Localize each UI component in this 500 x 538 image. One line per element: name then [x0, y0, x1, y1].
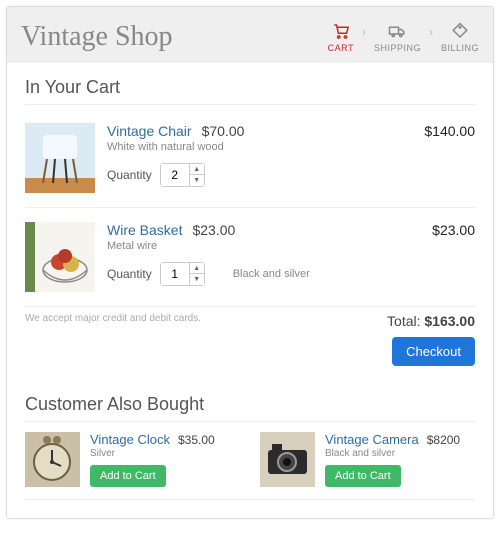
item-description: White with natural wood	[107, 141, 405, 153]
product-thumbnail	[25, 123, 95, 193]
also-item-price: $35.00	[178, 433, 215, 447]
content: In Your Cart Vintage Chair $70.00 White …	[7, 63, 493, 518]
cart-title: In Your Cart	[25, 77, 475, 105]
step-cart[interactable]: CART	[328, 22, 354, 53]
also-item-title-link[interactable]: Vintage Clock	[90, 432, 170, 447]
total-label: Total:	[387, 313, 420, 329]
quantity-input[interactable]	[161, 164, 189, 186]
product-thumbnail	[260, 432, 315, 487]
item-description: Metal wire	[107, 240, 405, 252]
header: Vintage Shop CART › SHIPPING › BILLING	[7, 7, 493, 63]
item-title-link[interactable]: Vintage Chair	[107, 123, 192, 139]
product-thumbnail	[25, 432, 80, 487]
also-item-description: Black and silver	[325, 448, 460, 459]
cart-item: Wire Basket $23.00 Metal wire Quantity ▲…	[25, 214, 475, 307]
total-value: $163.00	[424, 313, 475, 329]
shop-logo: Vintage Shop	[21, 21, 173, 53]
item-unit-price: $70.00	[202, 123, 245, 139]
item-unit-price: $23.00	[192, 222, 235, 238]
also-item: Vintage Camera $8200 Black and silver Ad…	[260, 432, 475, 487]
cart-item: Vintage Chair $70.00 White with natural …	[25, 115, 475, 208]
also-item-description: Silver	[90, 448, 215, 459]
chevron-right-icon: ›	[362, 25, 366, 39]
also-item: Vintage Clock $35.00 Silver Add to Cart	[25, 432, 240, 487]
checkout-window: Vintage Shop CART › SHIPPING › BILLING I…	[6, 6, 494, 519]
step-label: CART	[328, 43, 354, 53]
quantity-label: Quantity	[107, 168, 152, 182]
payment-accept-note: We accept major credit and debit cards.	[25, 313, 201, 324]
add-to-cart-button[interactable]: Add to Cart	[325, 465, 401, 487]
quantity-input[interactable]	[161, 263, 189, 285]
qty-up-button[interactable]: ▲	[190, 164, 204, 175]
item-variant: Black and silver	[233, 268, 310, 280]
chevron-right-icon: ›	[429, 25, 433, 39]
quantity-stepper[interactable]: ▲ ▼	[160, 262, 205, 286]
truck-icon	[387, 22, 407, 40]
checkout-steps: CART › SHIPPING › BILLING	[328, 22, 479, 53]
step-shipping[interactable]: SHIPPING	[374, 22, 421, 53]
add-to-cart-button[interactable]: Add to Cart	[90, 465, 166, 487]
qty-down-button[interactable]: ▼	[190, 175, 204, 186]
qty-up-button[interactable]: ▲	[190, 263, 204, 274]
also-bought-title: Customer Also Bought	[25, 394, 475, 422]
quantity-stepper[interactable]: ▲ ▼	[160, 163, 205, 187]
step-label: BILLING	[441, 43, 479, 53]
tag-icon	[450, 22, 470, 40]
item-line-total: $23.00	[405, 222, 475, 292]
product-thumbnail	[25, 222, 95, 292]
item-title-link[interactable]: Wire Basket	[107, 222, 182, 238]
item-line-total: $140.00	[405, 123, 475, 193]
also-item-title-link[interactable]: Vintage Camera	[325, 432, 419, 447]
checkout-button[interactable]: Checkout	[392, 337, 475, 366]
step-label: SHIPPING	[374, 43, 421, 53]
quantity-label: Quantity	[107, 267, 152, 281]
qty-down-button[interactable]: ▼	[190, 274, 204, 285]
also-item-price: $8200	[427, 433, 460, 447]
cart-icon	[331, 22, 351, 40]
step-billing[interactable]: BILLING	[441, 22, 479, 53]
